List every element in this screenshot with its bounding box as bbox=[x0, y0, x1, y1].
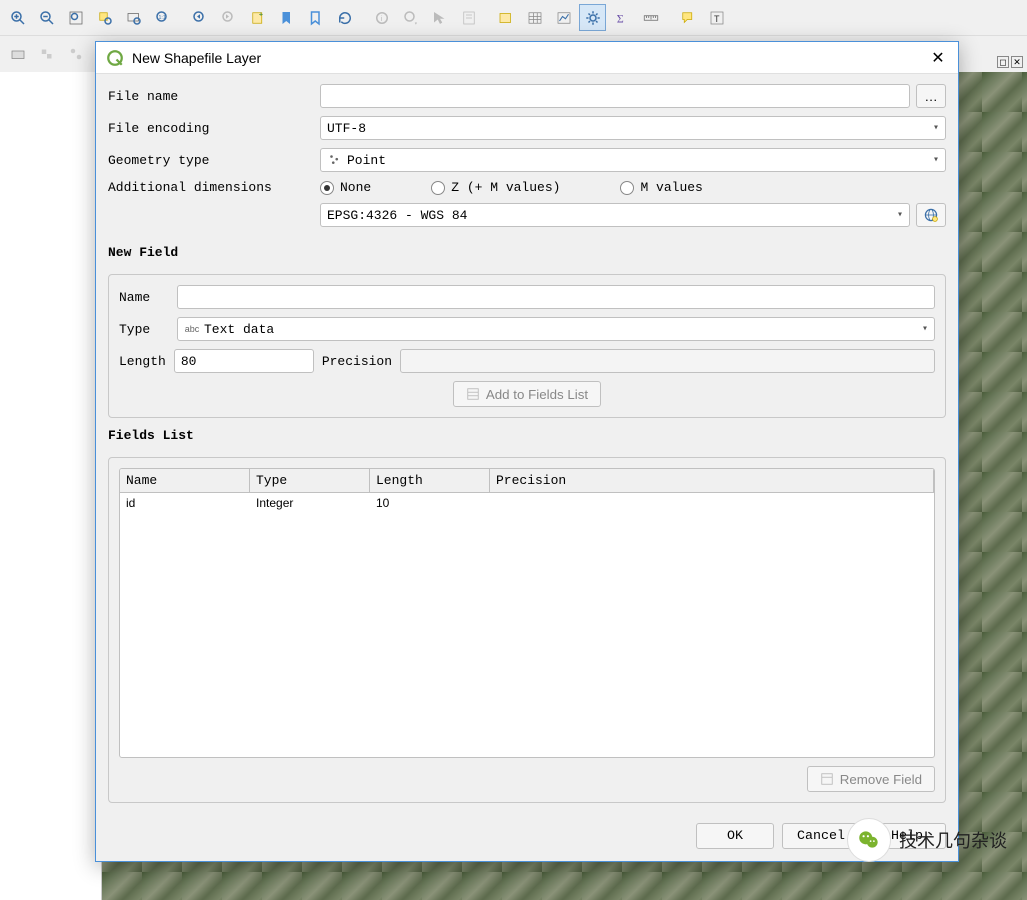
svg-text:1:1: 1:1 bbox=[158, 14, 165, 20]
geometry-type-label: Geometry type bbox=[108, 153, 320, 168]
bookmark-alt-icon[interactable] bbox=[302, 4, 329, 31]
zoom-last-icon[interactable] bbox=[186, 4, 213, 31]
fields-list-group-label: Fields List bbox=[108, 428, 946, 443]
left-panel bbox=[0, 72, 102, 900]
dim-z-radio[interactable]: Z (+ M values) bbox=[431, 180, 560, 195]
additional-dimensions-label: Additional dimensions bbox=[108, 180, 320, 195]
col-type-header[interactable]: Type bbox=[250, 469, 370, 492]
fields-list-group: Name Type Length Precision id Integer 10 bbox=[108, 457, 946, 803]
refresh-icon[interactable] bbox=[331, 4, 358, 31]
field-name-input[interactable] bbox=[177, 285, 935, 309]
file-encoding-label: File encoding bbox=[108, 121, 320, 136]
geometry-type-combo[interactable]: Point bbox=[320, 148, 946, 172]
form-icon[interactable] bbox=[455, 4, 482, 31]
table-body: id Integer 10 bbox=[120, 493, 934, 513]
field-length-input[interactable] bbox=[174, 349, 314, 373]
panel-controls: ◻ ✕ bbox=[997, 56, 1023, 68]
field-precision-label: Precision bbox=[322, 354, 392, 369]
field-type-combo[interactable]: abc Text data bbox=[177, 317, 935, 341]
file-encoding-combo[interactable]: UTF-8 bbox=[320, 116, 946, 140]
zoom-native-icon[interactable]: 1:1 bbox=[149, 4, 176, 31]
geometry-type-value: Point bbox=[347, 153, 386, 168]
svg-text:+: + bbox=[258, 9, 263, 18]
text-tool-icon[interactable]: T bbox=[703, 4, 730, 31]
watermark: 技术几句杂谈 bbox=[847, 818, 1007, 862]
table-header: Name Type Length Precision bbox=[120, 469, 934, 493]
crs-combo[interactable]: EPSG:4326 - WGS 84 bbox=[320, 203, 910, 227]
panel-close-icon[interactable]: ✕ bbox=[1011, 56, 1023, 68]
field-type-value: Text data bbox=[204, 322, 274, 337]
watermark-text: 技术几句杂谈 bbox=[899, 827, 1007, 853]
new-field-group-label: New Field bbox=[108, 245, 946, 260]
zoom-next-icon[interactable] bbox=[215, 4, 242, 31]
zoom-layer-icon[interactable] bbox=[120, 4, 147, 31]
radio-icon bbox=[320, 181, 334, 195]
zoom-selection-icon[interactable] bbox=[91, 4, 118, 31]
zoom-out-icon[interactable] bbox=[33, 4, 60, 31]
field-name-label: Name bbox=[119, 290, 177, 305]
close-icon[interactable]: ✕ bbox=[928, 48, 948, 68]
add-to-fields-button[interactable]: Add to Fields List bbox=[453, 381, 601, 407]
text-type-icon: abc bbox=[184, 321, 200, 337]
sigma-icon[interactable]: Σ bbox=[608, 4, 635, 31]
select-icon[interactable] bbox=[426, 4, 453, 31]
panel-undock-icon[interactable]: ◻ bbox=[997, 56, 1009, 68]
svg-text:T: T bbox=[714, 13, 720, 23]
browse-button[interactable]: … bbox=[916, 84, 946, 108]
annotation-icon[interactable] bbox=[674, 4, 701, 31]
zoom-in-icon[interactable] bbox=[4, 4, 31, 31]
chart-icon[interactable] bbox=[550, 4, 577, 31]
qgis-logo-icon bbox=[106, 49, 124, 67]
new-field-group: Name Type abc Text data Length Precision bbox=[108, 274, 946, 418]
dim-m-radio[interactable]: M values bbox=[620, 180, 702, 195]
dialog-titlebar[interactable]: New Shapefile Layer ✕ bbox=[96, 42, 958, 74]
measure-icon[interactable] bbox=[637, 4, 664, 31]
table-row[interactable]: id Integer 10 bbox=[120, 493, 934, 513]
dim-none-radio[interactable]: None bbox=[320, 180, 371, 195]
col-name-header[interactable]: Name bbox=[120, 469, 250, 492]
remove-field-button[interactable]: Remove Field bbox=[807, 766, 935, 792]
toolbox-icon[interactable] bbox=[4, 41, 31, 68]
zoom-full-icon[interactable] bbox=[62, 4, 89, 31]
toolbox3-icon[interactable] bbox=[62, 41, 89, 68]
file-encoding-value: UTF-8 bbox=[327, 121, 366, 136]
crs-value: EPSG:4326 - WGS 84 bbox=[327, 208, 467, 223]
bookmarks-icon[interactable] bbox=[273, 4, 300, 31]
new-bookmark-icon[interactable]: + bbox=[244, 4, 271, 31]
field-precision-input bbox=[400, 349, 935, 373]
radio-icon bbox=[431, 181, 445, 195]
col-length-header[interactable]: Length bbox=[370, 469, 490, 492]
dialog-footer: OK Cancel Help bbox=[96, 813, 958, 861]
point-icon bbox=[327, 152, 343, 168]
fields-table[interactable]: Name Type Length Precision id Integer 10 bbox=[119, 468, 935, 758]
wechat-icon bbox=[847, 818, 891, 862]
settings-icon[interactable] bbox=[579, 4, 606, 31]
file-name-label: File name bbox=[108, 89, 320, 104]
field-length-label: Length bbox=[119, 354, 166, 369]
new-map-icon[interactable] bbox=[492, 4, 519, 31]
table-icon[interactable] bbox=[521, 4, 548, 31]
new-shapefile-dialog: New Shapefile Layer ✕ File name … File e… bbox=[95, 41, 959, 862]
identify-dropdown-icon[interactable] bbox=[397, 4, 424, 31]
crs-select-button[interactable] bbox=[916, 203, 946, 227]
svg-text:i: i bbox=[380, 14, 382, 23]
file-name-input[interactable] bbox=[320, 84, 910, 108]
ok-button[interactable]: OK bbox=[696, 823, 774, 849]
toolbox2-icon[interactable] bbox=[33, 41, 60, 68]
field-type-label: Type bbox=[119, 322, 177, 337]
svg-text:Σ: Σ bbox=[616, 11, 623, 25]
identify-icon[interactable]: i bbox=[368, 4, 395, 31]
radio-icon bbox=[620, 181, 634, 195]
main-toolbar: 1:1 + i Σ T bbox=[0, 0, 1027, 36]
col-precision-header[interactable]: Precision bbox=[490, 469, 934, 492]
dialog-title: New Shapefile Layer bbox=[132, 50, 928, 66]
